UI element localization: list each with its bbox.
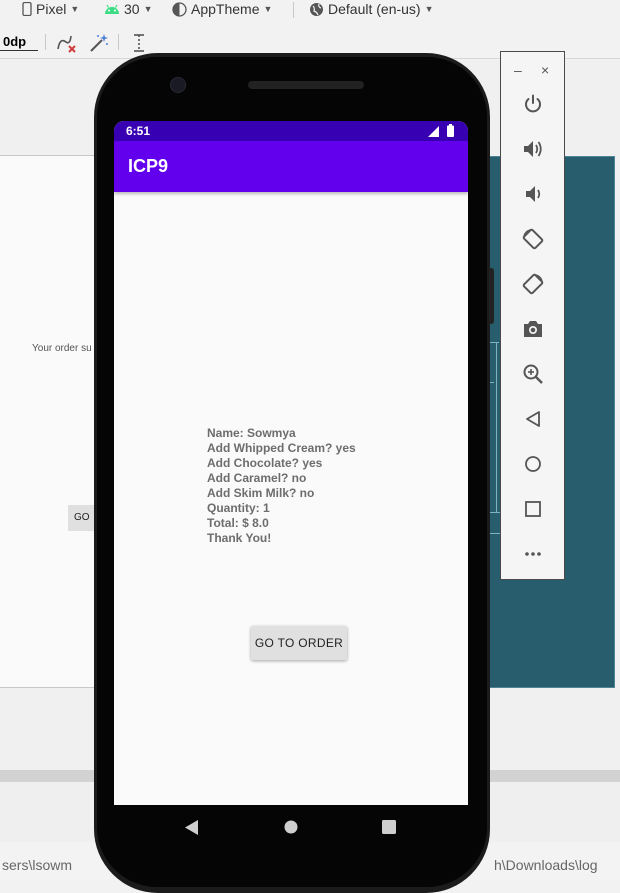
nav-back-icon[interactable]: [185, 820, 199, 835]
back-icon: [526, 411, 540, 427]
more-icon: [525, 552, 541, 556]
android-icon: [105, 4, 119, 14]
battery-icon: [447, 124, 454, 137]
volume-down-icon: [526, 186, 541, 202]
more-button[interactable]: [521, 542, 545, 566]
summary-line-chocolate: Add Chocolate? yes: [207, 456, 323, 470]
camera-icon: [524, 321, 542, 337]
android-nav-bar: [114, 805, 468, 850]
locale-label: Default (en-us): [328, 1, 421, 17]
summary-line-thanks: Thank You!: [207, 531, 272, 545]
preview-go-button[interactable]: GO T: [68, 505, 96, 531]
nav-home-icon[interactable]: [284, 820, 298, 834]
clear-constraints-icon[interactable]: [55, 32, 77, 54]
summary-line-whipped-cream: Add Whipped Cream? yes: [207, 441, 356, 455]
screenshot-button[interactable]: [521, 317, 545, 341]
console-path-right: h\Downloads\log: [494, 857, 598, 873]
overview-icon: [525, 501, 541, 517]
rotate-right-icon: [522, 273, 544, 295]
home-button[interactable]: [521, 452, 545, 476]
console-path-left: sers\lsowm: [2, 857, 73, 873]
rotate-left-button[interactable]: [521, 227, 545, 251]
default-margin-field[interactable]: 0dp: [0, 33, 38, 51]
order-summary: Name: Sowmya Add Whipped Cream? yes Add …: [207, 426, 356, 546]
power-icon: [525, 94, 541, 113]
volume-up-button[interactable]: [521, 137, 545, 161]
home-icon: [525, 456, 541, 472]
phone-icon: [22, 2, 32, 16]
volume-up-icon: [524, 141, 542, 157]
emulator-controls: – ×: [500, 51, 565, 580]
device-label: Pixel: [36, 1, 67, 17]
zoom-icon: [523, 364, 543, 384]
power-button[interactable]: [521, 92, 545, 116]
toolbar-divider: [293, 2, 294, 18]
go-to-order-button[interactable]: GO TO ORDER: [251, 626, 347, 660]
chevron-down-icon: ▼: [424, 4, 434, 14]
chevron-down-icon: ▼: [263, 4, 273, 14]
volume-down-button[interactable]: [521, 182, 545, 206]
chevron-down-icon: ▼: [143, 4, 153, 14]
rotate-left-icon: [522, 228, 544, 250]
overview-button[interactable]: [521, 497, 545, 521]
phone-side-button[interactable]: [489, 268, 494, 324]
chevron-down-icon: ▼: [70, 4, 80, 14]
preview-order-summary: Your order su: [32, 343, 92, 354]
signal-icon: [428, 126, 439, 137]
design-toolbar: Pixel ▼ 30 ▼ AppTheme ▼ Default (en-us) …: [0, 0, 620, 22]
locale-selector[interactable]: Default (en-us) ▼: [309, 0, 434, 18]
device-selector[interactable]: Pixel ▼: [22, 0, 79, 18]
api-label: 30: [124, 1, 140, 17]
status-bar: 6:51: [114, 121, 468, 141]
theme-selector[interactable]: AppTheme ▼: [172, 0, 272, 18]
toolbar-divider: [118, 34, 119, 50]
summary-line-total: Total: $ 8.0: [207, 516, 269, 530]
summary-line-skim-milk: Add Skim Milk? no: [207, 486, 315, 500]
toolbar-divider: [45, 34, 46, 50]
back-button[interactable]: [521, 407, 545, 431]
status-time: 6:51: [126, 124, 151, 138]
summary-line-caramel: Add Caramel? no: [207, 471, 307, 485]
theme-icon: [172, 1, 187, 17]
nav-overview-icon[interactable]: [382, 820, 396, 834]
emulator-screen[interactable]: 6:51 ICP9 Name: Sowmya Add Whipped Cream…: [114, 121, 468, 805]
summary-line-quantity: Quantity: 1: [207, 501, 270, 515]
app-title: ICP9: [128, 156, 169, 176]
guidelines-icon[interactable]: [130, 32, 148, 54]
api-level-selector[interactable]: 30 ▼: [104, 0, 153, 18]
zoom-button[interactable]: [521, 362, 545, 386]
front-camera: [170, 77, 186, 93]
close-button[interactable]: ×: [541, 62, 549, 78]
blueprint-line: [489, 342, 499, 343]
infer-constraints-icon[interactable]: [88, 32, 110, 54]
blueprint-line: [496, 342, 497, 512]
minimize-button[interactable]: –: [514, 62, 522, 78]
globe-icon: [310, 2, 323, 16]
summary-line-name: Name: Sowmya: [207, 426, 296, 440]
layout-preview: [0, 155, 96, 688]
earpiece-speaker: [248, 81, 364, 89]
theme-label: AppTheme: [191, 1, 260, 17]
app-bar: ICP9: [114, 141, 468, 192]
rotate-right-button[interactable]: [521, 272, 545, 296]
